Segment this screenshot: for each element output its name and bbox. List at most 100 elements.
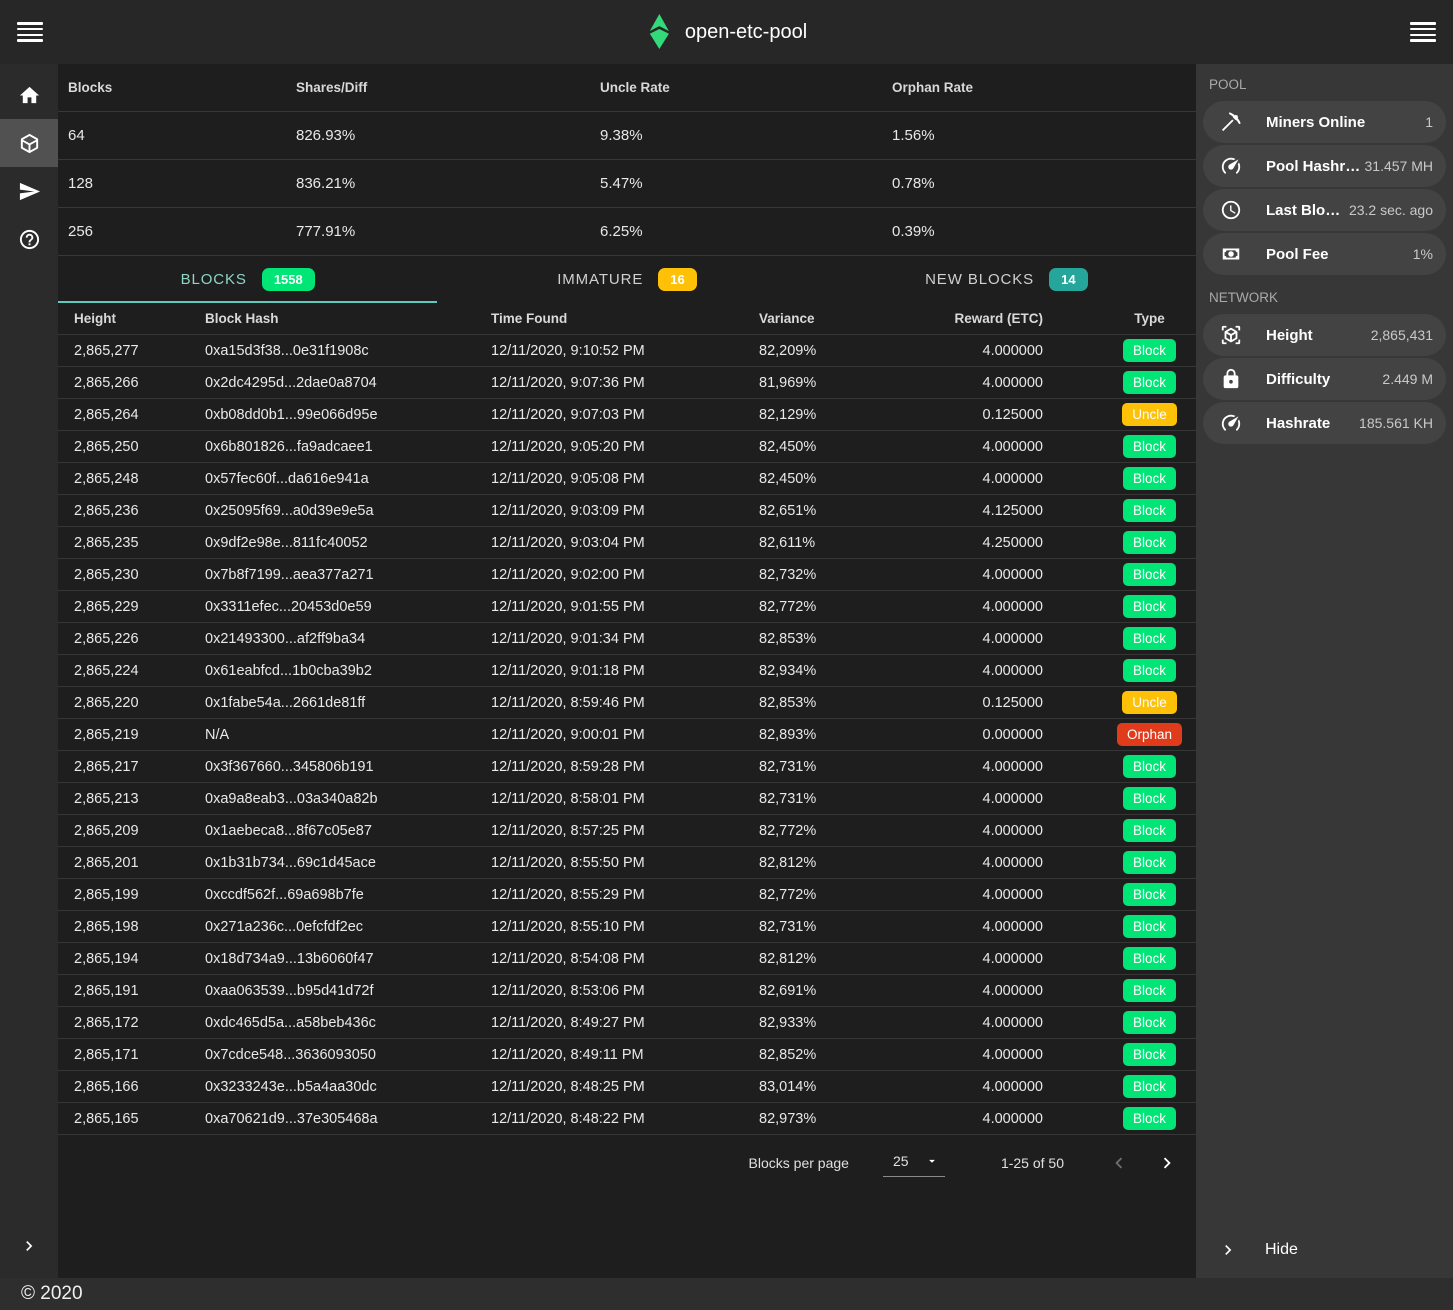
tab-blocks[interactable]: BLOCKS1558 bbox=[58, 256, 437, 303]
col-header-time-found: Time Found bbox=[475, 311, 743, 326]
blocks-per-page-label: Blocks per page bbox=[749, 1155, 849, 1171]
right-menu-icon[interactable] bbox=[1410, 22, 1436, 42]
luck-cell: 0.78% bbox=[892, 175, 1196, 192]
blocks-table: Height Block Hash Time Found Variance Re… bbox=[58, 303, 1196, 1135]
tab-count-badge: 14 bbox=[1049, 268, 1087, 291]
cell-reward: 4.000000 bbox=[893, 631, 1043, 647]
cell-time-found: 12/11/2020, 9:07:03 PM bbox=[475, 407, 743, 423]
table-row: 2,865,2200x1fabe54a...2661de81ff12/11/20… bbox=[58, 687, 1196, 719]
luck-cell: 0.39% bbox=[892, 223, 1196, 240]
cell-height: 2,865,266 bbox=[58, 375, 189, 391]
help-icon bbox=[18, 228, 41, 251]
blocks-tabs: BLOCKS1558IMMATURE16NEW BLOCKS14 bbox=[58, 256, 1196, 303]
cell-reward: 4.000000 bbox=[893, 855, 1043, 871]
sidebar-item-blocks[interactable] bbox=[0, 119, 58, 167]
cell-block-hash: 0x1b31b734...69c1d45ace bbox=[189, 855, 475, 871]
stat-label: Hashrate bbox=[1266, 415, 1330, 432]
cell-height: 2,865,250 bbox=[58, 439, 189, 455]
cell-time-found: 12/11/2020, 9:07:36 PM bbox=[475, 375, 743, 391]
type-badge: Block bbox=[1123, 531, 1176, 554]
cell-reward: 4.000000 bbox=[893, 823, 1043, 839]
next-page-button[interactable] bbox=[1156, 1152, 1178, 1174]
expand-sidebar-button[interactable] bbox=[0, 1226, 58, 1266]
cell-variance: 82,853% bbox=[743, 631, 893, 647]
luck-header-orphan-rate: Orphan Rate bbox=[892, 80, 1196, 95]
cell-block-hash: 0x25095f69...a0d39e9e5a bbox=[189, 503, 475, 519]
table-row: 2,865,2090x1aebeca8...8f67c05e8712/11/20… bbox=[58, 815, 1196, 847]
cell-variance: 82,812% bbox=[743, 855, 893, 871]
cell-time-found: 12/11/2020, 8:49:11 PM bbox=[475, 1047, 743, 1063]
network-stat-difficulty: Difficulty2.449 M bbox=[1203, 358, 1446, 400]
table-row: 2,865,1650xa70621d9...37e305468a12/11/20… bbox=[58, 1103, 1196, 1135]
cube-scan-icon bbox=[1220, 324, 1242, 346]
pool-stat-pool-hashrate: Pool Hashrate31.457 MH bbox=[1203, 145, 1446, 187]
luck-table-row: 256777.91%6.25%0.39% bbox=[58, 208, 1196, 256]
cell-variance: 82,731% bbox=[743, 791, 893, 807]
cell-height: 2,865,226 bbox=[58, 631, 189, 647]
cell-block-hash: 0x1aebeca8...8f67c05e87 bbox=[189, 823, 475, 839]
cell-type: Block bbox=[1043, 627, 1196, 650]
cell-reward: 4.000000 bbox=[893, 1047, 1043, 1063]
stat-label: Height bbox=[1266, 327, 1313, 344]
cell-reward: 0.125000 bbox=[893, 407, 1043, 423]
sidebar-item-payments[interactable] bbox=[0, 167, 58, 215]
cell-type: Block bbox=[1043, 531, 1196, 554]
table-row: 2,865,2480x57fec60f...da616e941a12/11/20… bbox=[58, 463, 1196, 495]
hide-sidebar-button[interactable]: Hide bbox=[1196, 1240, 1453, 1260]
cell-type: Block bbox=[1043, 659, 1196, 682]
luck-cell: 6.25% bbox=[600, 223, 892, 240]
cell-reward: 4.000000 bbox=[893, 375, 1043, 391]
sidebar-item-help[interactable] bbox=[0, 215, 58, 263]
tab-immature[interactable]: IMMATURE16 bbox=[437, 256, 816, 303]
cell-type: Uncle bbox=[1043, 691, 1196, 714]
cell-block-hash: 0x61eabfcd...1b0cba39b2 bbox=[189, 663, 475, 679]
tab-new-blocks[interactable]: NEW BLOCKS14 bbox=[817, 256, 1196, 303]
pool-stat-last-block-fo: Last Block Fo...23.2 sec. ago bbox=[1203, 189, 1446, 231]
cell-reward: 4.000000 bbox=[893, 983, 1043, 999]
copyright-text: © 2020 bbox=[21, 1283, 83, 1305]
table-row: 2,865,2240x61eabfcd...1b0cba39b212/11/20… bbox=[58, 655, 1196, 687]
cell-height: 2,865,201 bbox=[58, 855, 189, 871]
stat-label: Difficulty bbox=[1266, 371, 1330, 388]
luck-cell: 128 bbox=[68, 175, 296, 192]
cell-block-hash: 0xaa063539...b95d41d72f bbox=[189, 983, 475, 999]
type-badge: Block bbox=[1123, 339, 1176, 362]
luck-table-row: 128836.21%5.47%0.78% bbox=[58, 160, 1196, 208]
stat-value: 1 bbox=[1421, 114, 1433, 130]
cell-time-found: 12/11/2020, 9:05:08 PM bbox=[475, 471, 743, 487]
cell-time-found: 12/11/2020, 8:53:06 PM bbox=[475, 983, 743, 999]
cell-variance: 82,129% bbox=[743, 407, 893, 423]
cell-variance: 82,611% bbox=[743, 535, 893, 551]
pagination-bar: Blocks per page 25 1-25 of 50 bbox=[58, 1135, 1196, 1191]
tab-count-badge: 16 bbox=[658, 268, 696, 291]
sidebar-item-home[interactable] bbox=[0, 71, 58, 119]
chevron-right-icon bbox=[1218, 1240, 1238, 1260]
table-row: 2,865,2640xb08dd0b1...99e066d95e12/11/20… bbox=[58, 399, 1196, 431]
cell-reward: 0.000000 bbox=[893, 727, 1043, 743]
type-badge: Block bbox=[1123, 1107, 1176, 1130]
cell-block-hash: 0x6b801826...fa9adcaee1 bbox=[189, 439, 475, 455]
pool-stat-miners-online: Miners Online1 bbox=[1203, 101, 1446, 143]
cell-block-hash: 0xdc465d5a...a58beb436c bbox=[189, 1015, 475, 1031]
page-range-label: 1-25 of 50 bbox=[1001, 1155, 1064, 1171]
cell-type: Block bbox=[1043, 339, 1196, 362]
cell-time-found: 12/11/2020, 9:02:00 PM bbox=[475, 567, 743, 583]
cell-time-found: 12/11/2020, 8:49:27 PM bbox=[475, 1015, 743, 1031]
cell-time-found: 12/11/2020, 8:55:50 PM bbox=[475, 855, 743, 871]
previous-page-button[interactable] bbox=[1108, 1152, 1130, 1174]
cell-block-hash: 0x9df2e98e...811fc40052 bbox=[189, 535, 475, 551]
cell-time-found: 12/11/2020, 9:00:01 PM bbox=[475, 727, 743, 743]
page-size-select[interactable]: 25 bbox=[883, 1149, 945, 1177]
cell-type: Block bbox=[1043, 371, 1196, 394]
cell-variance: 82,731% bbox=[743, 759, 893, 775]
luck-table-row: 64826.93%9.38%1.56% bbox=[58, 112, 1196, 160]
cube-icon bbox=[18, 132, 41, 155]
cell-block-hash: 0xa15d3f38...0e31f1908c bbox=[189, 343, 475, 359]
left-menu-icon[interactable] bbox=[17, 22, 43, 42]
cell-time-found: 12/11/2020, 9:01:34 PM bbox=[475, 631, 743, 647]
type-badge: Uncle bbox=[1122, 691, 1177, 714]
cell-reward: 4.125000 bbox=[893, 503, 1043, 519]
cell-variance: 82,973% bbox=[743, 1111, 893, 1127]
chevron-right-icon bbox=[1156, 1152, 1178, 1174]
cell-type: Uncle bbox=[1043, 403, 1196, 426]
